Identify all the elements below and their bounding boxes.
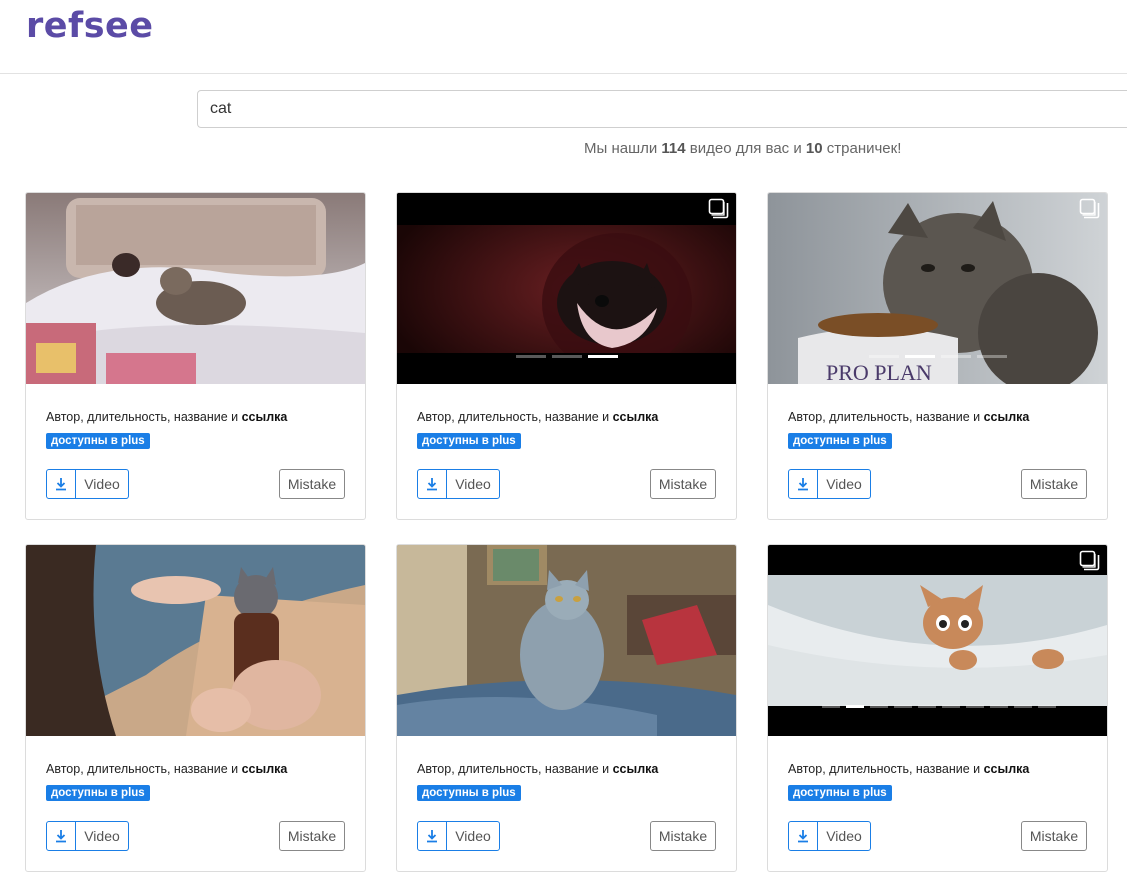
clip-dot-active[interactable] bbox=[588, 355, 618, 358]
thumbnail-image bbox=[26, 545, 365, 736]
download-icon bbox=[789, 822, 818, 850]
mistake-button[interactable]: Mistake bbox=[1021, 821, 1087, 851]
meta-text: Автор, длительность, название и bbox=[788, 762, 981, 776]
thumbnail-image bbox=[397, 545, 736, 736]
video-download-button[interactable]: Video bbox=[417, 821, 500, 851]
mistake-button[interactable]: Mistake bbox=[279, 469, 345, 499]
results-prefix: Мы нашли bbox=[584, 140, 658, 157]
video-button-label: Video bbox=[455, 828, 491, 844]
clip-dot[interactable] bbox=[552, 355, 582, 358]
plus-badge[interactable]: доступны в plus bbox=[46, 433, 150, 449]
meta-link[interactable]: ссылка bbox=[613, 410, 659, 424]
clip-indicator bbox=[822, 705, 1056, 708]
meta-link[interactable]: ссылка bbox=[984, 762, 1030, 776]
clip-dot-active[interactable] bbox=[905, 355, 935, 358]
download-icon bbox=[47, 470, 76, 498]
plus-badge[interactable]: доступны в plus bbox=[417, 433, 521, 449]
card-meta: Автор, длительность, название и ссылка bbox=[417, 410, 658, 424]
mistake-button[interactable]: Mistake bbox=[279, 821, 345, 851]
clip-dot[interactable] bbox=[822, 705, 840, 708]
card-meta: Автор, длительность, название и ссылка bbox=[417, 762, 658, 776]
thumbnail-image bbox=[26, 193, 365, 384]
clip-dot[interactable] bbox=[1014, 705, 1032, 708]
video-thumbnail[interactable] bbox=[26, 545, 365, 736]
clip-dot[interactable] bbox=[941, 355, 971, 358]
video-thumbnail[interactable]: PRO PLAN bbox=[768, 193, 1107, 384]
clip-dot[interactable] bbox=[918, 705, 936, 708]
video-thumbnail[interactable] bbox=[397, 545, 736, 736]
clip-dot[interactable] bbox=[1038, 705, 1056, 708]
download-icon bbox=[418, 822, 447, 850]
video-card: Автор, длительность, название и ссылка д… bbox=[396, 544, 737, 872]
clip-dot[interactable] bbox=[870, 705, 888, 708]
meta-text: Автор, длительность, название и bbox=[788, 410, 981, 424]
multiple-clips-icon bbox=[708, 198, 730, 220]
card-meta: Автор, длительность, название и ссылка bbox=[788, 762, 1029, 776]
meta-text: Автор, длительность, название и bbox=[417, 762, 610, 776]
video-button-label: Video bbox=[84, 476, 120, 492]
mistake-button[interactable]: Mistake bbox=[650, 469, 716, 499]
clip-dot[interactable] bbox=[869, 355, 899, 358]
mistake-button[interactable]: Mistake bbox=[650, 821, 716, 851]
clip-dot-active[interactable] bbox=[846, 705, 864, 708]
meta-link[interactable]: ссылка bbox=[984, 410, 1030, 424]
card-meta: Автор, длительность, название и ссылка bbox=[46, 762, 287, 776]
video-button-label: Video bbox=[455, 476, 491, 492]
download-icon bbox=[47, 822, 76, 850]
video-card: Автор, длительность, название и ссылка д… bbox=[25, 544, 366, 872]
plus-badge[interactable]: доступны в plus bbox=[788, 433, 892, 449]
meta-text: Автор, длительность, название и bbox=[46, 762, 239, 776]
clip-indicator bbox=[869, 355, 1007, 358]
results-page-count: 10 bbox=[805, 140, 823, 157]
search-input[interactable] bbox=[198, 91, 1127, 127]
video-download-button[interactable]: Video bbox=[788, 821, 871, 851]
clip-dot[interactable] bbox=[516, 355, 546, 358]
svg-text:PRO PLAN: PRO PLAN bbox=[826, 360, 932, 384]
clip-dot[interactable] bbox=[977, 355, 1007, 358]
multiple-clips-icon bbox=[1079, 198, 1101, 220]
results-video-count: 114 bbox=[661, 140, 686, 157]
clip-dot[interactable] bbox=[966, 705, 984, 708]
plus-badge[interactable]: доступны в plus bbox=[417, 785, 521, 801]
video-card: Автор, длительность, название и ссылка д… bbox=[25, 192, 366, 520]
video-button-label: Video bbox=[826, 828, 862, 844]
mistake-button[interactable]: Mistake bbox=[1021, 469, 1087, 499]
video-thumbnail[interactable] bbox=[397, 193, 736, 384]
video-button-label: Video bbox=[826, 476, 862, 492]
clip-indicator bbox=[516, 355, 618, 358]
video-download-button[interactable]: Video bbox=[46, 469, 129, 499]
meta-link[interactable]: ссылка bbox=[242, 762, 288, 776]
site-logo[interactable]: refsee bbox=[26, 6, 154, 46]
plus-badge[interactable]: доступны в plus bbox=[788, 785, 892, 801]
top-header: refsee bbox=[0, 0, 1127, 74]
clip-dot[interactable] bbox=[990, 705, 1008, 708]
video-card: PRO PLAN Автор, длительность, название и… bbox=[767, 192, 1108, 520]
download-icon bbox=[418, 470, 447, 498]
video-download-button[interactable]: Video bbox=[417, 469, 500, 499]
results-middle: видео для вас и bbox=[689, 140, 802, 157]
meta-text: Автор, длительность, название и bbox=[46, 410, 239, 424]
card-meta: Автор, длительность, название и ссылка bbox=[46, 410, 287, 424]
search-box bbox=[197, 90, 1127, 128]
clip-dot[interactable] bbox=[942, 705, 960, 708]
multiple-clips-icon bbox=[1079, 550, 1101, 572]
meta-text: Автор, длительность, название и bbox=[417, 410, 610, 424]
plus-badge[interactable]: доступны в plus bbox=[46, 785, 150, 801]
results-summary: Мы нашли 114 видео для вас и 10 страниче… bbox=[584, 140, 901, 157]
video-thumbnail[interactable] bbox=[768, 545, 1107, 736]
results-suffix: страничек! bbox=[826, 140, 902, 157]
video-card: Автор, длительность, название и ссылка д… bbox=[767, 544, 1108, 872]
video-button-label: Video bbox=[84, 828, 120, 844]
download-icon bbox=[789, 470, 818, 498]
video-download-button[interactable]: Video bbox=[788, 469, 871, 499]
video-card: Автор, длительность, название и ссылка д… bbox=[396, 192, 737, 520]
meta-link[interactable]: ссылка bbox=[613, 762, 659, 776]
card-meta: Автор, длительность, название и ссылка bbox=[788, 410, 1029, 424]
clip-dot[interactable] bbox=[894, 705, 912, 708]
video-download-button[interactable]: Video bbox=[46, 821, 129, 851]
video-thumbnail[interactable] bbox=[26, 193, 365, 384]
meta-link[interactable]: ссылка bbox=[242, 410, 288, 424]
